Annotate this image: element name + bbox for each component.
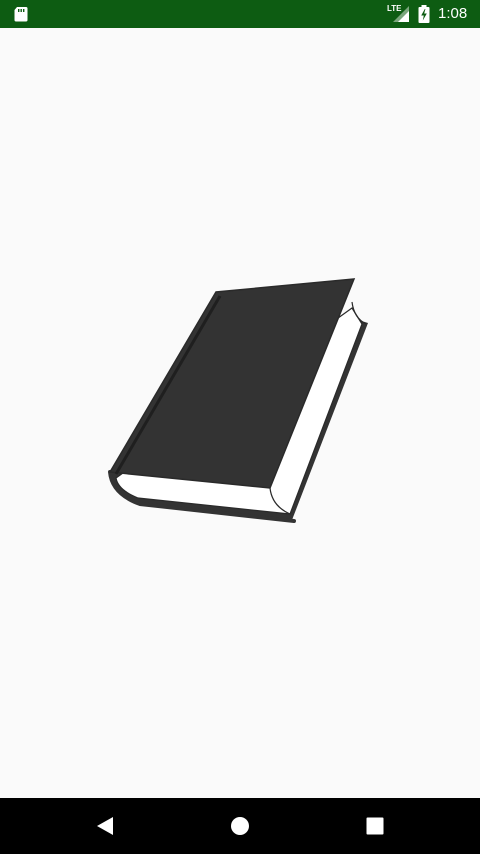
sd-card-icon (14, 7, 28, 22)
book-icon (108, 278, 368, 523)
home-circle-icon (231, 817, 249, 835)
clock: 1:08 (438, 5, 468, 22)
battery-charging-icon (418, 5, 430, 23)
home-button[interactable] (226, 812, 254, 840)
navigation-bar (0, 798, 480, 854)
back-button[interactable] (91, 812, 119, 840)
recents-button[interactable] (361, 812, 389, 840)
main-content (0, 28, 480, 798)
back-triangle-icon (97, 817, 113, 835)
recents-square-icon (366, 817, 384, 835)
signal-icon (393, 6, 409, 22)
status-bar: LTE 1:08 (0, 0, 480, 28)
